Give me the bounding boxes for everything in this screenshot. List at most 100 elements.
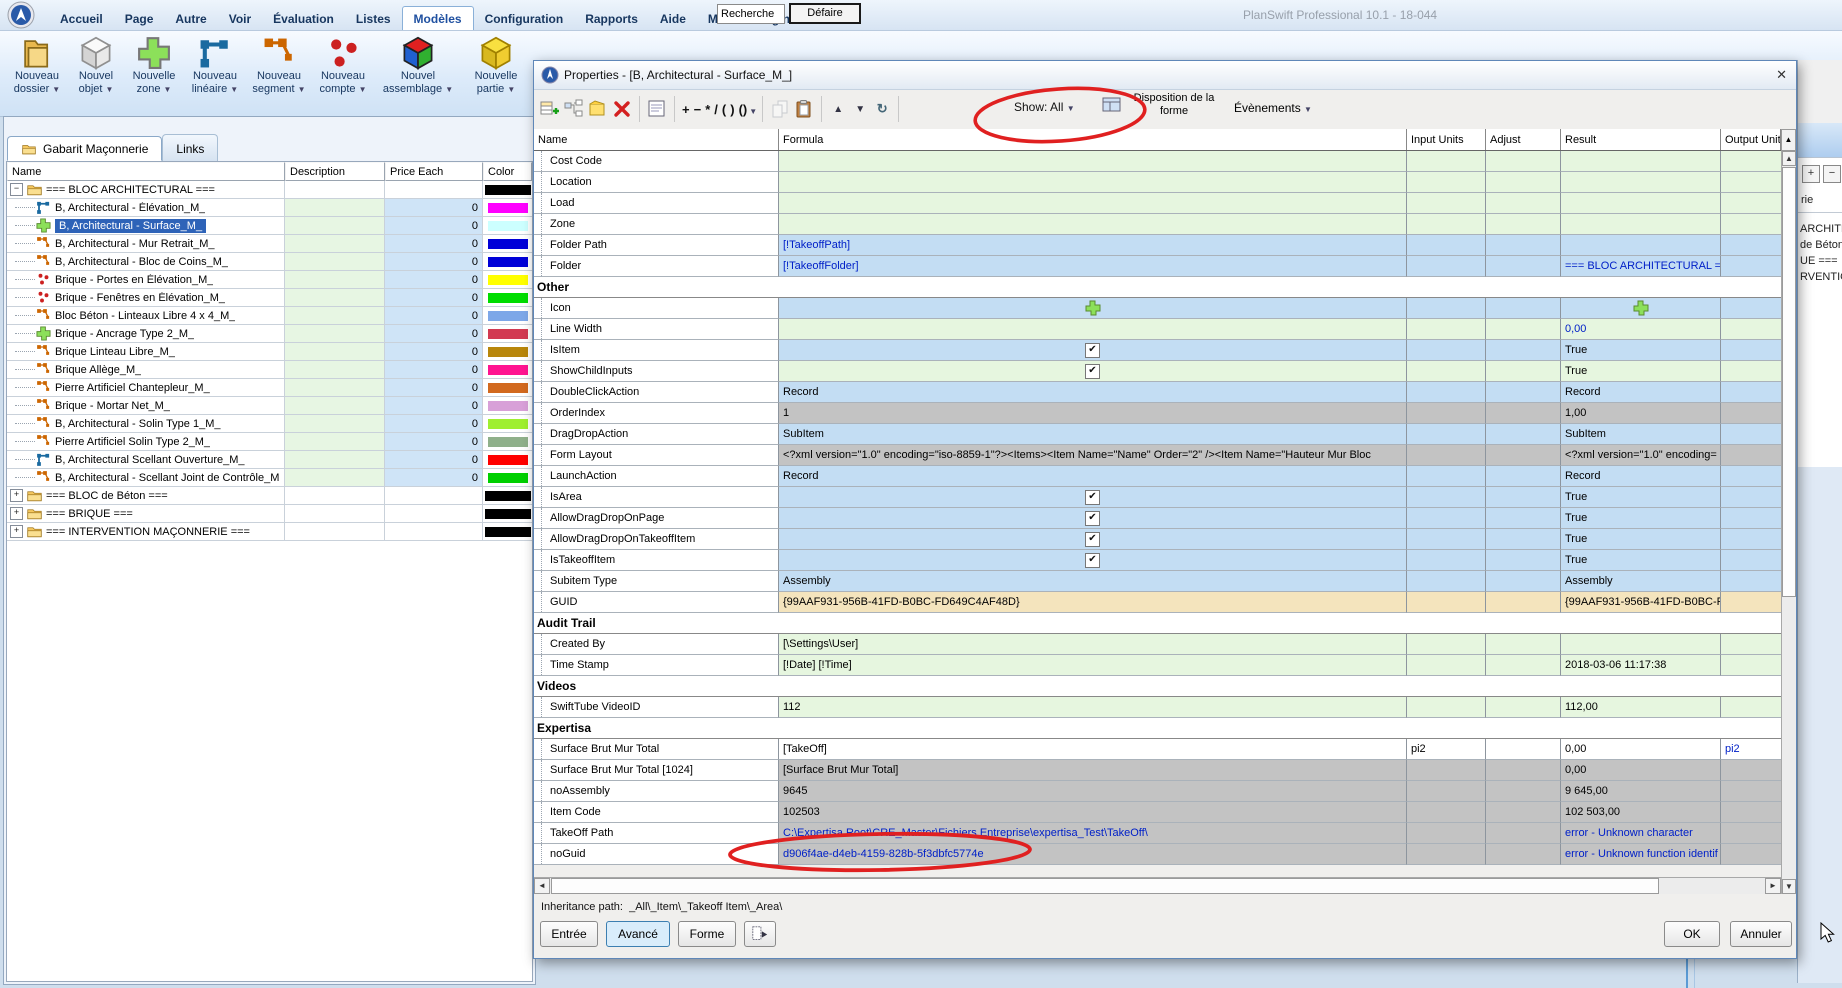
new-segment-button[interactable]: Nouveausegment ▼ [246, 34, 312, 98]
adjust-cell[interactable] [1486, 571, 1561, 592]
item-price-cell[interactable]: 0 [385, 217, 483, 235]
input-units-cell[interactable] [1407, 823, 1486, 844]
paste-formula-icon[interactable] [794, 99, 814, 119]
property-name-cell[interactable]: IsTakeoffItem [534, 550, 779, 571]
item-description-cell[interactable] [285, 397, 385, 415]
item-name-cell[interactable]: B, Architectural Scellant Ouverture_M_ [7, 451, 285, 469]
item-price-cell[interactable]: 0 [385, 415, 483, 433]
column-header-price-each[interactable]: Price Each [385, 162, 483, 181]
delete-property-icon[interactable] [612, 99, 632, 119]
property-formula-cell[interactable]: <?xml version="1.0" encoding="iso-8859-1… [779, 445, 1407, 466]
vscroll-down-icon[interactable]: ▼ [1782, 879, 1796, 894]
column-header-name[interactable]: Name [7, 162, 285, 181]
list-item[interactable]: Brique Linteau Libre_M_0 [7, 343, 532, 361]
property-name-cell[interactable]: IsItem [534, 340, 779, 361]
input-units-cell[interactable] [1407, 256, 1486, 277]
input-units-cell[interactable] [1407, 550, 1486, 571]
property-formula-cell[interactable] [779, 193, 1407, 214]
item-color-cell[interactable] [483, 217, 532, 235]
item-price-cell[interactable] [385, 487, 483, 505]
property-formula-cell[interactable]: Record [779, 382, 1407, 403]
item-name-cell[interactable]: +=== INTERVENTION MAÇONNERIE === [7, 523, 285, 541]
column-header-description[interactable]: Description [285, 162, 385, 181]
item-price-cell[interactable]: 0 [385, 433, 483, 451]
property-formula-cell[interactable]: ✔ [779, 508, 1407, 529]
adjust-cell[interactable] [1486, 214, 1561, 235]
property-name-cell[interactable]: IsArea [534, 487, 779, 508]
item-name-cell[interactable]: Pierre Artificiel Chantepleur_M_ [7, 379, 285, 397]
vscroll-thumb[interactable] [1782, 167, 1796, 597]
menu-item-autre[interactable]: Autre [164, 7, 217, 30]
list-item[interactable]: Brique - Mortar Net_M_0 [7, 397, 532, 415]
input-units-cell[interactable] [1407, 445, 1486, 466]
property-name-cell[interactable]: noAssembly [534, 781, 779, 802]
item-description-cell[interactable] [285, 199, 385, 217]
item-name-cell[interactable]: +=== BRIQUE === [7, 505, 285, 523]
item-name-cell[interactable]: −=== BLOC ARCHITECTURAL === [7, 181, 285, 199]
operator-plus-button[interactable]: + [682, 102, 690, 117]
checkbox-checked-icon[interactable]: ✔ [1085, 490, 1100, 505]
property-name-cell[interactable]: Zone [534, 214, 779, 235]
property-name-cell[interactable]: GUID [534, 592, 779, 613]
menu-item--valuation[interactable]: Évaluation [262, 7, 345, 30]
cancel-button[interactable]: Annuler [1730, 921, 1792, 947]
input-units-cell[interactable] [1407, 382, 1486, 403]
property-formula-cell[interactable] [779, 298, 1407, 319]
item-description-cell[interactable] [285, 361, 385, 379]
new-zone-button[interactable]: Nouvellezone ▼ [124, 34, 184, 98]
adjust-cell[interactable] [1486, 172, 1561, 193]
item-price-cell[interactable]: 0 [385, 325, 483, 343]
tab-links[interactable]: Links [162, 134, 218, 161]
property-name-cell[interactable]: Surface Brut Mur Total [534, 739, 779, 760]
recalc-icon[interactable]: ↻ [873, 101, 891, 117]
adjust-cell[interactable] [1486, 403, 1561, 424]
form-preview-button[interactable] [744, 921, 776, 947]
show-filter-dropdown[interactable]: Show: All ▼ [1014, 100, 1075, 114]
item-description-cell[interactable] [285, 487, 385, 505]
menu-item-voir[interactable]: Voir [218, 7, 262, 30]
property-formula-cell[interactable]: 9645 [779, 781, 1407, 802]
list-item[interactable]: Brique - Portes en Élévation_M_0 [7, 271, 532, 289]
property-formula-cell[interactable] [779, 319, 1407, 340]
item-color-cell[interactable] [483, 271, 532, 289]
property-formula-cell[interactable]: ✔ [779, 487, 1407, 508]
hscroll-right-icon[interactable]: ► [1765, 878, 1781, 894]
adjust-cell[interactable] [1486, 235, 1561, 256]
avance-button[interactable]: Avancé [606, 921, 670, 947]
grid-column-adjust[interactable]: Adjust [1486, 129, 1561, 150]
grid-column-formula[interactable]: Formula [779, 129, 1407, 150]
item-color-cell[interactable] [483, 505, 532, 523]
list-item[interactable]: +=== BLOC de Béton === [7, 487, 532, 505]
adjust-cell[interactable] [1486, 529, 1561, 550]
item-description-cell[interactable] [285, 181, 385, 199]
hscroll-left-icon[interactable]: ◄ [534, 878, 550, 894]
item-price-cell[interactable]: 0 [385, 307, 483, 325]
operator-divide-button[interactable]: / [714, 102, 718, 117]
list-item[interactable]: Pierre Artificiel Chantepleur_M_0 [7, 379, 532, 397]
adjust-cell[interactable] [1486, 592, 1561, 613]
item-color-cell[interactable] [483, 523, 532, 541]
menu-item-rapports[interactable]: Rapports [574, 7, 649, 30]
input-units-cell[interactable] [1407, 340, 1486, 361]
property-name-cell[interactable]: Form Layout [534, 445, 779, 466]
menu-item-aide[interactable]: Aide [649, 7, 697, 30]
vertical-scrollbar[interactable]: ▲ ▼ [1781, 151, 1796, 894]
list-item[interactable]: B, Architectural - Scellant Joint de Con… [7, 469, 532, 487]
input-units-cell[interactable] [1407, 592, 1486, 613]
property-formula-cell[interactable]: C:\Expertisa Root\CRE_Master\Fichiers En… [779, 823, 1407, 844]
property-name-cell[interactable]: AllowDragDropOnTakeoffItem [534, 529, 779, 550]
property-formula-cell[interactable]: [!Date] [!Time] [779, 655, 1407, 676]
input-units-cell[interactable] [1407, 403, 1486, 424]
menu-item-configuration[interactable]: Configuration [474, 7, 575, 30]
item-description-cell[interactable] [285, 505, 385, 523]
vscroll-up-icon[interactable]: ▲ [1782, 151, 1796, 166]
scroll-up-icon[interactable]: ▲ [1781, 129, 1796, 151]
copy-formula-icon[interactable] [770, 99, 790, 119]
item-price-cell[interactable]: 0 [385, 199, 483, 217]
property-name-cell[interactable]: Line Width [534, 319, 779, 340]
input-units-cell[interactable] [1407, 655, 1486, 676]
input-units-cell[interactable] [1407, 319, 1486, 340]
adjust-cell[interactable] [1486, 298, 1561, 319]
input-units-cell[interactable] [1407, 361, 1486, 382]
menu-item-listes[interactable]: Listes [345, 7, 402, 30]
